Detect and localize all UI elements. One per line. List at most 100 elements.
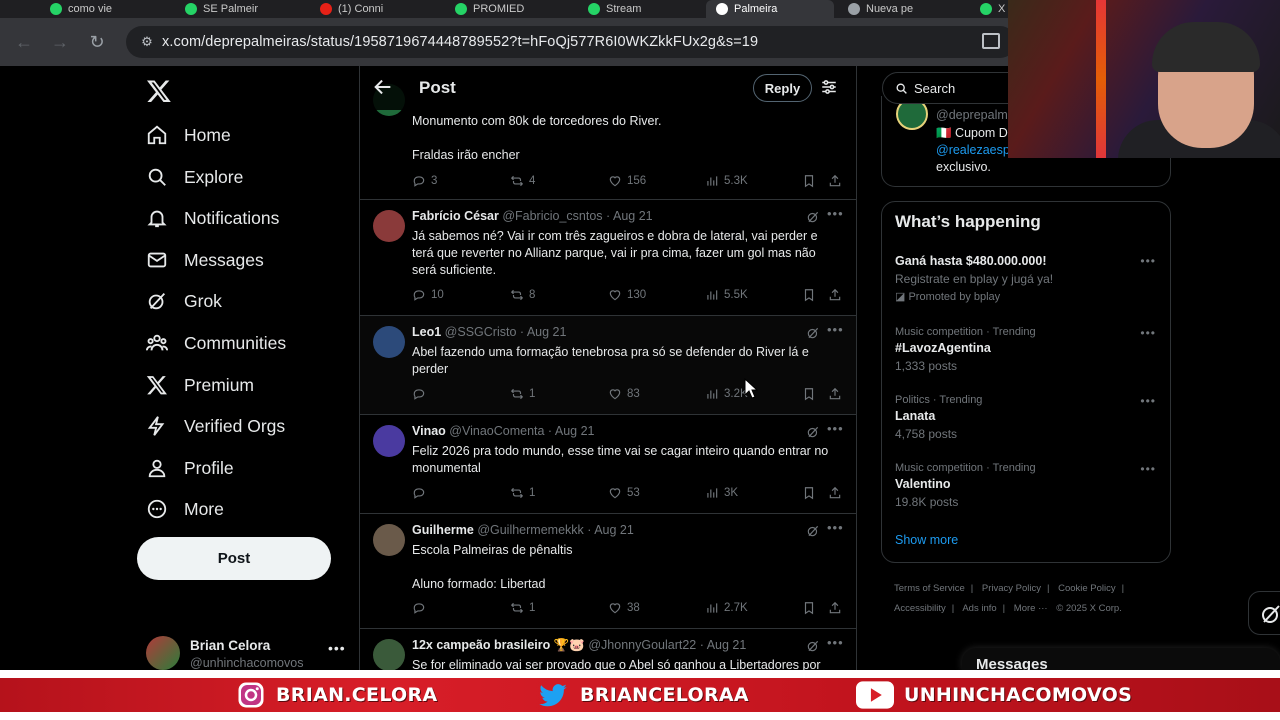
trend-item[interactable]: Music competition · Trending Valentino 1… [895, 462, 1160, 509]
youtube-icon [320, 3, 332, 15]
views-action[interactable]: 3.2K [705, 387, 748, 401]
like-action[interactable]: 53 [608, 486, 640, 500]
nav-explore[interactable]: Explore [146, 162, 243, 192]
bookmark-action[interactable] [802, 601, 816, 615]
grok-floating-button[interactable] [1248, 591, 1280, 635]
stream-icon [588, 3, 600, 15]
views-action[interactable]: 5.3K [705, 174, 748, 188]
share-action[interactable] [828, 387, 842, 401]
views-chart-icon [707, 176, 718, 186]
footer-link[interactable]: Ads info [962, 603, 996, 614]
site-info-icon[interactable]: ⚙ [132, 34, 162, 50]
browser-tab[interactable]: PROMIED [445, 0, 575, 18]
more-dots-icon[interactable]: ••• [827, 520, 844, 535]
footer-link[interactable]: Terms of Service [894, 583, 965, 594]
share-action[interactable] [828, 601, 842, 615]
back-arrow-icon[interactable] [372, 76, 394, 98]
repost-action[interactable]: 8 [510, 288, 535, 302]
nav-communities[interactable]: Communities [146, 328, 286, 358]
grok-icon[interactable] [806, 524, 820, 538]
nav-grok[interactable]: Grok [146, 286, 222, 316]
browser-tab[interactable]: Nueva pe [838, 0, 966, 18]
x-logo-icon[interactable] [146, 78, 172, 104]
reload-icon[interactable]: ↻ [85, 30, 109, 54]
like-action[interactable]: 83 [608, 387, 640, 401]
account-switcher[interactable]: Brian Celora @unhinchacomovos ••• [146, 634, 356, 670]
nav-verified-orgs[interactable]: Verified Orgs [146, 411, 285, 441]
nav-notifications[interactable]: Notifications [146, 203, 279, 233]
more-dots-icon[interactable]: ••• [827, 421, 844, 436]
tweet[interactable]: Guilherme @Guilhermemekkk · Aug 21 Escol… [360, 514, 856, 629]
more-dots-icon[interactable]: ••• [827, 206, 844, 221]
grok-icon[interactable] [806, 639, 820, 653]
more-dots-icon[interactable]: ••• [1140, 394, 1156, 408]
nav-profile[interactable]: Profile [146, 453, 234, 483]
reply-action[interactable] [412, 601, 431, 615]
footer-link[interactable]: More ··· [1014, 603, 1048, 614]
browser-tab[interactable]: (1) Conni [310, 0, 440, 18]
tweet[interactable]: Vinao @VinaoComenta · Aug 21 Feliz 2026 … [360, 415, 856, 514]
install-app-icon[interactable] [982, 33, 1000, 49]
nav-more[interactable]: More [146, 494, 224, 524]
grok-icon[interactable] [806, 210, 820, 224]
browser-tab[interactable]: Stream [578, 0, 703, 18]
share-action[interactable] [828, 486, 842, 500]
reply-action[interactable] [412, 486, 431, 500]
post-button[interactable]: Post [137, 537, 331, 580]
more-dots-icon[interactable]: ••• [827, 635, 844, 650]
footer-link[interactable]: Accessibility [894, 603, 946, 614]
more-circle-icon [147, 499, 167, 519]
nav-premium[interactable]: Premium [146, 370, 254, 400]
repost-action[interactable]: 1 [510, 486, 535, 500]
views-action[interactable]: 3K [705, 486, 738, 500]
show-more-link[interactable]: Show more [895, 533, 958, 547]
trend-item[interactable]: Music competition · Trending #LavozAgent… [895, 326, 1160, 373]
repost-action[interactable]: 1 [510, 387, 535, 401]
back-arrow-icon[interactable]: ← [12, 30, 36, 54]
tweet[interactable]: Fabrício César @Fabricio_csntos · Aug 21… [360, 200, 856, 316]
trend-item[interactable]: Politics · Trending Lanata 4,758 posts •… [895, 394, 1160, 441]
like-action[interactable]: 130 [608, 288, 646, 302]
views-action[interactable]: 5.5K [705, 288, 748, 302]
reply-action[interactable]: 3 [412, 174, 437, 188]
tweet[interactable]: Leo1 @SSGCristo · Aug 21 Abel fazendo um… [360, 316, 856, 415]
more-dots-icon[interactable]: ••• [1140, 326, 1156, 340]
share-action[interactable] [828, 174, 842, 188]
forward-arrow-icon[interactable]: → [48, 30, 72, 54]
reply-action[interactable]: 10 [412, 288, 444, 302]
more-dots-icon[interactable]: ••• [1140, 254, 1156, 268]
tweet[interactable]: 12x campeão brasileiro 🏆🐷 @JhonnyGoulart… [360, 629, 856, 670]
reply-button[interactable]: Reply [753, 74, 812, 102]
bookmark-action[interactable] [802, 486, 816, 500]
bookmark-action[interactable] [802, 174, 816, 188]
heart-icon [609, 389, 621, 400]
repost-action[interactable]: 1 [510, 601, 535, 615]
footer-link[interactable]: Cookie Policy [1058, 583, 1116, 594]
grok-icon[interactable] [806, 425, 820, 439]
more-dots-icon[interactable]: ••• [328, 640, 346, 656]
footer-link[interactable]: Privacy Policy [982, 583, 1041, 594]
reply-action[interactable] [412, 387, 431, 401]
address-bar[interactable]: ⚙ x.com/deprepalmeiras/status/1958719674… [126, 26, 1016, 58]
repost-action[interactable]: 4 [510, 174, 535, 188]
browser-tab-active[interactable]: Palmeira [706, 0, 834, 18]
more-dots-icon[interactable]: ••• [827, 322, 844, 337]
nav-home[interactable]: Home [146, 120, 231, 150]
share-action[interactable] [828, 288, 842, 302]
browser-tab[interactable]: X [970, 0, 1010, 18]
bookmark-action[interactable] [802, 288, 816, 302]
card-mention-link[interactable]: @realezaesp [936, 143, 1010, 157]
filter-sliders-icon[interactable] [820, 78, 838, 96]
nav-messages[interactable]: Messages [146, 245, 264, 275]
views-action[interactable]: 2.7K [705, 601, 748, 615]
trend-item-promoted[interactable]: Ganá hasta $480.000.000! Registrate en b… [895, 254, 1160, 303]
like-action[interactable]: 38 [608, 601, 640, 615]
browser-tab[interactable]: SE Palmeir [175, 0, 305, 18]
repost-icon [510, 602, 524, 614]
like-action[interactable]: 156 [608, 174, 646, 188]
bookmark-action[interactable] [802, 387, 816, 401]
messages-drawer[interactable]: Messages [962, 648, 1280, 673]
more-dots-icon[interactable]: ••• [1140, 462, 1156, 476]
grok-icon[interactable] [806, 326, 820, 340]
browser-tab[interactable]: como vie [40, 0, 170, 18]
